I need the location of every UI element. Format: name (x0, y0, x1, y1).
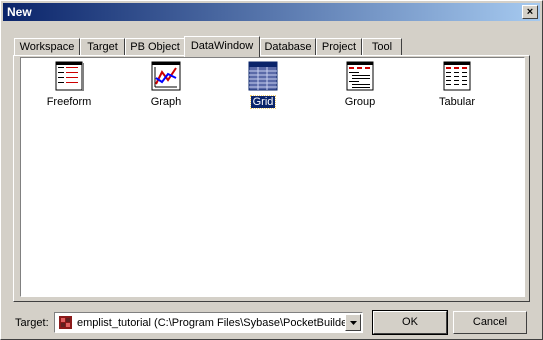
freeform-icon (53, 60, 85, 92)
list-item-grid[interactable]: Grid (228, 60, 298, 109)
target-dropdown[interactable]: emplist_tutorial (C:\Program Files\Sybas… (54, 312, 363, 333)
cancel-button[interactable]: Cancel (453, 311, 527, 334)
item-label: Freeform (46, 96, 92, 108)
target-label: Target: (15, 317, 49, 329)
list-item-graph[interactable]: Graph (131, 60, 201, 108)
target-value: emplist_tutorial (C:\Program Files\Sybas… (77, 317, 345, 329)
title-bar[interactable]: New × (3, 3, 540, 21)
item-label: Graph (150, 96, 182, 108)
close-icon: × (526, 5, 534, 18)
chevron-down-icon (349, 320, 357, 325)
tab-database[interactable]: Database (260, 38, 316, 55)
graph-icon (150, 60, 182, 92)
close-button[interactable]: × (522, 5, 538, 19)
dropdown-button[interactable] (345, 314, 361, 331)
object-list[interactable]: Freeform Graph Grid Group Tabular (20, 57, 525, 297)
item-label: Tabular (438, 96, 476, 108)
tab-tool[interactable]: Tool (362, 38, 402, 55)
tabular-icon (441, 60, 473, 92)
list-item-tabular[interactable]: Tabular (422, 60, 492, 108)
ok-button[interactable]: OK (372, 310, 448, 335)
tab-target[interactable]: Target (80, 38, 125, 55)
item-label: Group (344, 96, 376, 108)
item-label: Grid (249, 95, 277, 109)
grid-icon (247, 60, 279, 92)
list-item-group[interactable]: Group (325, 60, 395, 108)
list-item-freeform[interactable]: Freeform (34, 60, 104, 108)
tab-pb-object[interactable]: PB Object (125, 38, 185, 55)
new-dialog: New × Workspace Target PB Object DataWin… (0, 0, 543, 340)
window-title: New (7, 5, 32, 19)
tab-datawindow[interactable]: DataWindow (184, 36, 260, 57)
tab-project[interactable]: Project (316, 38, 362, 55)
target-icon (59, 316, 72, 329)
group-icon (344, 60, 376, 92)
tab-workspace[interactable]: Workspace (14, 38, 80, 55)
